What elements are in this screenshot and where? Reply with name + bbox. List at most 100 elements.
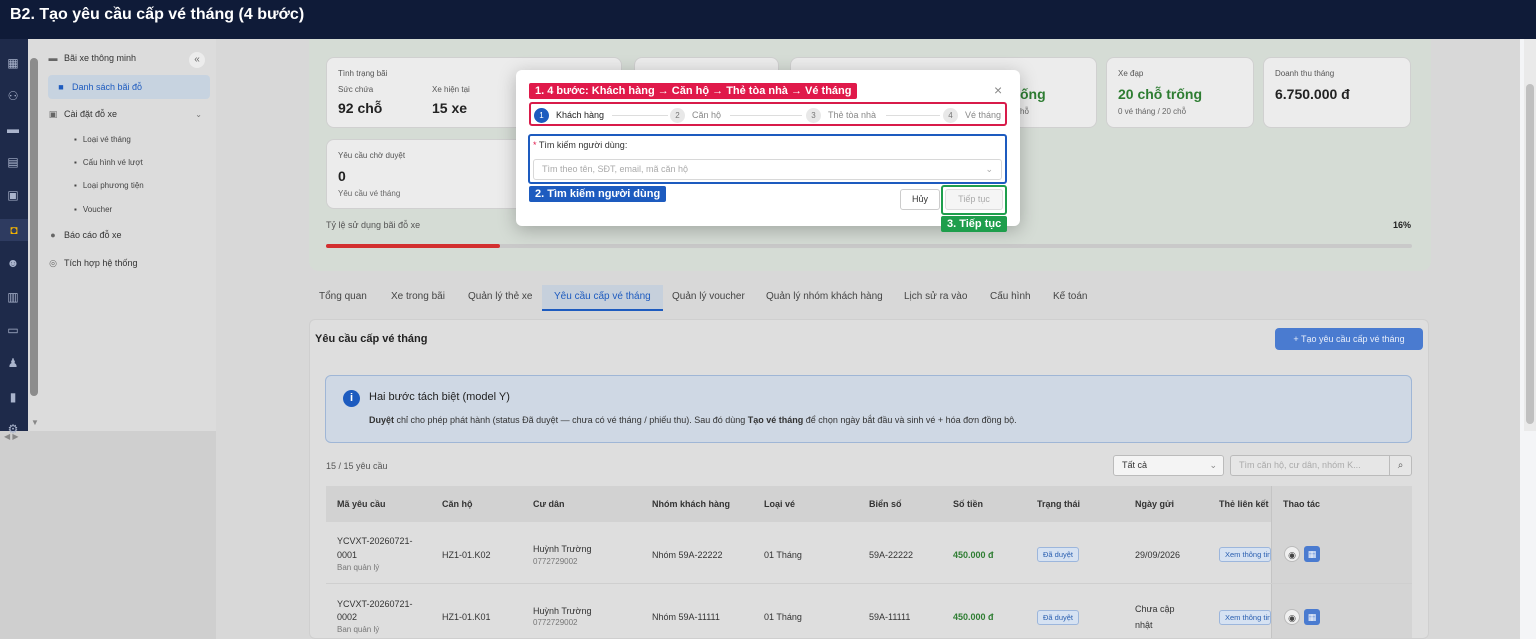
- scroll-arrows-icon[interactable]: ◀ ▶: [4, 432, 19, 441]
- pending-sub: Yêu cầu vé tháng: [338, 189, 401, 198]
- row-code-line1: YCVXT-20260721-: [337, 599, 413, 609]
- status-filter-select[interactable]: Tất cả ⌄: [1113, 455, 1224, 476]
- info-text-2: để chọn ngày bắt đầu và sinh vé + hóa đơ…: [803, 415, 1017, 425]
- collapse-icon[interactable]: «: [189, 52, 205, 68]
- col-resident: Cư dân: [533, 499, 565, 509]
- page-scrollbar[interactable]: [1524, 39, 1536, 431]
- row-created-by: Ban quản lý: [337, 625, 380, 634]
- chat-icon[interactable]: ▬: [5, 121, 21, 137]
- row-group: Nhóm 59A-11111: [652, 612, 720, 622]
- col-apartment: Căn hộ: [442, 499, 473, 509]
- tab-bar: Tổng quan Xe trong bãi Quản lý thẻ xe Yê…: [309, 285, 1431, 311]
- network-icon[interactable]: ⚇: [5, 88, 21, 104]
- qr-icon[interactable]: ▦: [1304, 609, 1320, 625]
- sidebar-item-parking-settings[interactable]: ▣ Cài đặt đỗ xe ⌄: [48, 109, 210, 119]
- view-card-link[interactable]: Xem thông tin: [1219, 547, 1271, 562]
- store-icon[interactable]: ▭: [5, 322, 21, 338]
- capacity-label: Sức chứa: [338, 85, 374, 94]
- sidebar-footer: [0, 431, 216, 639]
- row-apartment: HZ1-01.K02: [442, 550, 491, 560]
- row-created-by: Ban quản lý: [337, 563, 380, 572]
- close-icon[interactable]: ×: [994, 82, 1002, 98]
- tab-entry-history[interactable]: Lịch sử ra vào: [904, 285, 967, 311]
- revenue-label: Doanh thu tháng: [1275, 69, 1335, 78]
- sidebar-item-parking-reports[interactable]: ● Báo cáo đỗ xe: [48, 230, 122, 240]
- sidebar-subitem-voucher[interactable]: ▪ Voucher: [74, 205, 112, 214]
- car-icon: ▪: [74, 181, 77, 190]
- info-text-1: chỉ cho phép phát hành (status Đã duyệt …: [394, 415, 748, 425]
- row-code-line1: YCVXT-20260721-: [337, 536, 413, 546]
- current-value: 15 xe: [432, 100, 468, 116]
- annotation-box-continue: [941, 185, 1007, 215]
- bicycle-value: 20 chỗ trống: [1118, 86, 1203, 102]
- chevron-down-icon: ⌄: [195, 109, 202, 119]
- col-sent-date: Ngày gửi: [1135, 499, 1175, 509]
- person-icon[interactable]: ♟: [5, 355, 21, 371]
- sidebar-subitem-label: Loại phương tiện: [82, 181, 144, 190]
- info-bold-1: Duyệt: [369, 415, 395, 425]
- calculator-icon[interactable]: ▤: [5, 154, 21, 170]
- voucher-icon: ▪: [74, 205, 77, 214]
- sidebar-item-parking-list[interactable]: ■ Danh sách bãi đỗ: [48, 75, 210, 99]
- col-amount: Số tiền: [953, 499, 984, 509]
- tab-card-management[interactable]: Quản lý thẻ xe: [468, 285, 532, 311]
- cancel-button[interactable]: Hủy: [900, 189, 940, 210]
- row-code-line2: 0002: [337, 612, 358, 622]
- row-date-line1: Chưa cập: [1135, 604, 1175, 614]
- sidebar-subitem-vehicle-types[interactable]: ▪ Loại phương tiện: [74, 181, 144, 190]
- eye-icon[interactable]: ◉: [1284, 609, 1300, 625]
- icon-rail: ▦ ⚇ ▬ ▤ ▣ ◘ ☻ ▥ ▭ ♟ ▮ ⚙: [0, 39, 28, 436]
- annotation-search: 2. Tìm kiếm người dùng: [529, 186, 667, 202]
- row-resident-phone: 0772729002: [533, 618, 578, 627]
- info-bold-2: Tạo vé tháng: [747, 415, 804, 425]
- sidebar-item-label: Báo cáo đỗ xe: [64, 230, 122, 240]
- bicycle-sub: 0 vé tháng / 20 chỗ: [1118, 107, 1187, 116]
- row-code-line2: 0001: [337, 550, 358, 560]
- current-label: Xe hiện tại: [432, 85, 470, 94]
- tab-config[interactable]: Cấu hình: [990, 285, 1031, 311]
- row-resident-name: Huỳnh Trường: [533, 606, 592, 616]
- plus-icon: +: [1293, 334, 1301, 344]
- tab-voucher-management[interactable]: Quản lý voucher: [672, 285, 745, 311]
- office-icon[interactable]: ▥: [5, 289, 21, 305]
- pending-label: Yêu cầu chờ duyệt: [338, 151, 406, 160]
- tab-accounting[interactable]: Kế toán: [1053, 285, 1087, 311]
- annotation-steps: 1. 4 bước: Khách hàng → Căn hộ → Thẻ tòa…: [529, 83, 858, 99]
- sidebar-item-integrations[interactable]: ◎ Tích hợp hệ thống: [48, 258, 137, 268]
- col-code: Mã yêu cầu: [337, 499, 386, 509]
- tab-customer-groups[interactable]: Quản lý nhóm khách hàng: [766, 285, 883, 311]
- tab-overview[interactable]: Tổng quan: [319, 285, 367, 311]
- search-icon[interactable]: ⌕: [1389, 455, 1412, 476]
- col-customer-group: Nhóm khách hàng: [652, 499, 731, 509]
- users-icon[interactable]: ☻: [5, 255, 21, 271]
- sidebar-brand: ▬ Bãi xe thông minh: [48, 53, 137, 63]
- sidebar-subitem-label: Voucher: [82, 205, 113, 214]
- row-apartment: HZ1-01.K01: [442, 612, 491, 622]
- eye-icon[interactable]: ◉: [1284, 546, 1300, 562]
- sidebar-scrollbar[interactable]: [30, 58, 38, 396]
- scroll-down-icon[interactable]: ▼: [31, 418, 39, 427]
- chart-icon[interactable]: ▮: [5, 389, 21, 405]
- car-icon[interactable]: ◘: [0, 219, 28, 241]
- report-icon: ●: [50, 230, 56, 240]
- briefcase-icon[interactable]: ▣: [5, 187, 21, 203]
- sidebar-subitem-per-turn-config[interactable]: ▪ Cấu hình vé lượt: [74, 158, 143, 167]
- building-icon[interactable]: ▦: [5, 55, 21, 71]
- chevron-down-icon: ⌄: [1209, 460, 1217, 470]
- tab-monthly-ticket-requests[interactable]: Yêu cầu cấp vé tháng: [542, 285, 663, 311]
- qr-icon[interactable]: ▦: [1304, 546, 1320, 562]
- info-body: Duyệt chỉ cho phép phát hành (status Đã …: [369, 415, 1017, 425]
- list-icon: ■: [58, 82, 64, 92]
- row-date: 29/09/2026: [1135, 550, 1181, 560]
- status-badge: Đã duyệt: [1037, 610, 1080, 625]
- create-request-button[interactable]: + Tạo yêu cầu cấp vé tháng: [1275, 328, 1423, 350]
- sidebar-item-label: Tích hợp hệ thống: [64, 258, 138, 268]
- row-plate: 59A-22222: [869, 550, 914, 560]
- search-input[interactable]: Tìm căn hộ, cư dân, nhóm K...: [1230, 455, 1390, 476]
- page-scrollbar-thumb[interactable]: [1526, 84, 1534, 424]
- view-card-link[interactable]: Xem thông tin: [1219, 610, 1271, 625]
- sidebar-subitem-monthly-ticket-types[interactable]: ▪ Loại vé tháng: [74, 135, 131, 144]
- usage-label: Tỷ lệ sử dụng bãi đỗ xe: [326, 220, 421, 230]
- tab-vehicles-in-lot[interactable]: Xe trong bãi: [391, 285, 445, 311]
- row-amount: 450.000 đ: [953, 612, 994, 622]
